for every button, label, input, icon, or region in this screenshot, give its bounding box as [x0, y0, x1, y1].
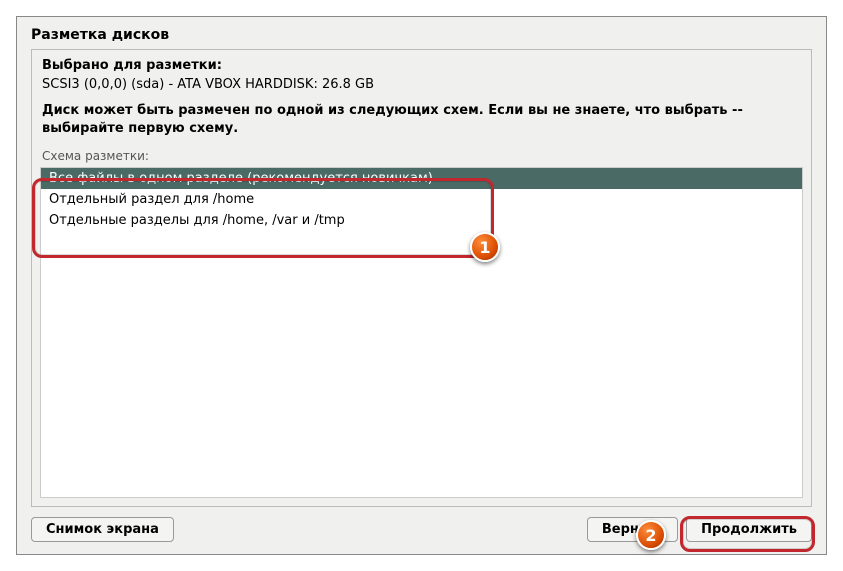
scheme-option-home-var-tmp[interactable]: Отдельные разделы для /home, /var и /tmp [41, 210, 802, 231]
selected-disk: SCSI3 (0,0,0) (sda) - ATA VBOX HARDDISK:… [42, 77, 801, 92]
continue-button[interactable]: Продолжить [686, 517, 812, 542]
scheme-option-home[interactable]: Отдельный раздел для /home [41, 189, 802, 210]
button-bar: Снимок экрана Вернуть Продолжить [17, 507, 826, 554]
info-block: Выбрано для разметки: SCSI3 (0,0,0) (sda… [32, 50, 811, 149]
scheme-option-all-one[interactable]: Все файлы в одном разделе (рекомендуется… [41, 168, 802, 189]
scheme-label: Схема разметки: [32, 149, 811, 165]
selected-heading: Выбрано для разметки: [42, 58, 801, 73]
scheme-description: Диск может быть размечен по одной из сле… [42, 102, 801, 137]
content-frame: Выбрано для разметки: SCSI3 (0,0,0) (sda… [31, 49, 812, 507]
dialog-window: Разметка дисков Выбрано для разметки: SC… [16, 16, 827, 555]
dialog-title: Разметка дисков [17, 17, 826, 49]
scheme-list[interactable]: Все файлы в одном разделе (рекомендуется… [40, 167, 803, 498]
screenshot-button[interactable]: Снимок экрана [31, 517, 174, 542]
back-button[interactable]: Вернуть [587, 517, 678, 542]
